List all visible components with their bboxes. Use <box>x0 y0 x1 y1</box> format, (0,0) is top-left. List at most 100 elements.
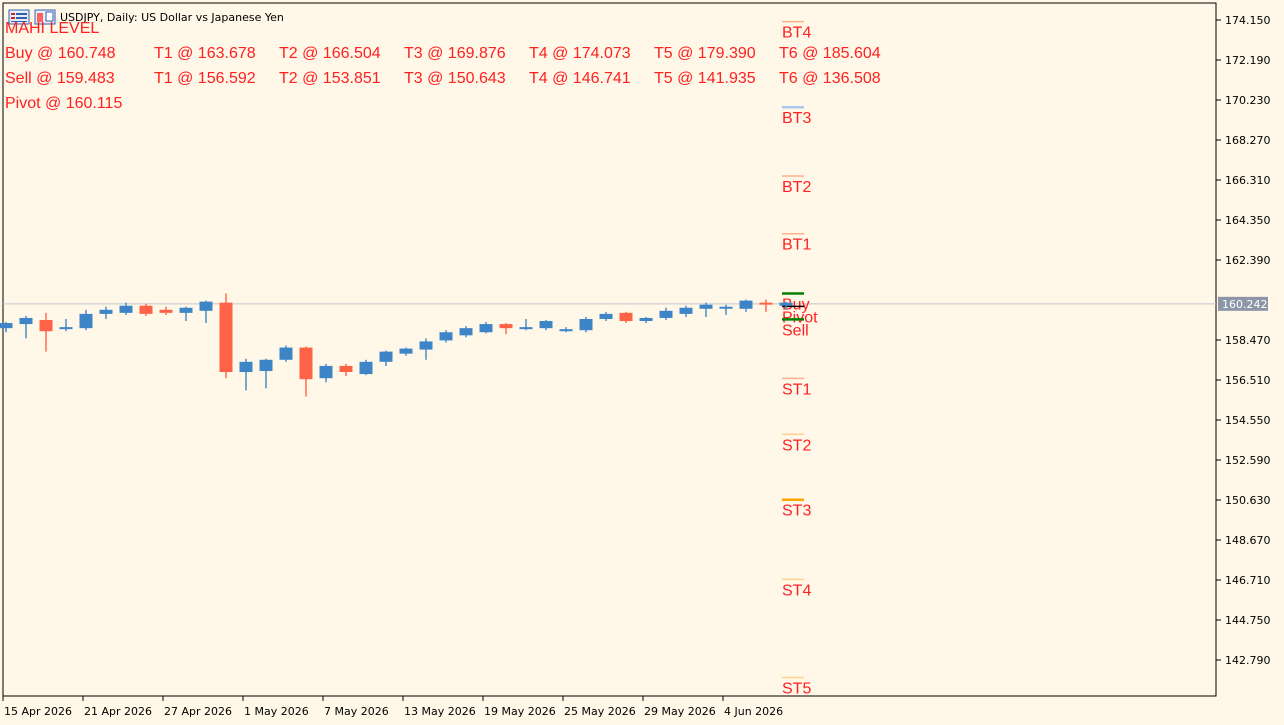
candle-body <box>39 320 53 332</box>
level-value-text: T2 @ 166.504 <box>279 45 381 62</box>
candle-body <box>399 348 413 354</box>
level-value-text: T1 @ 156.592 <box>154 70 256 87</box>
candle-body <box>359 361 373 375</box>
price-tick-label: 154.550 <box>1225 414 1271 427</box>
price-tick-label: 158.470 <box>1225 334 1271 347</box>
candle-body <box>419 341 433 350</box>
candle-body <box>559 329 573 332</box>
time-tick-label: 15 Apr 2026 <box>4 705 72 718</box>
price-tick-label: 174.150 <box>1225 14 1271 27</box>
candle <box>579 316 593 333</box>
candle-body <box>0 323 13 329</box>
price-tick-label: 152.590 <box>1225 454 1271 467</box>
candle-body <box>299 347 313 380</box>
candle-body <box>219 302 233 373</box>
candle-body <box>159 309 173 313</box>
level-label: ST2 <box>782 437 811 454</box>
candle <box>279 345 293 362</box>
time-tick-label: 27 Apr 2026 <box>164 705 232 718</box>
candle-body <box>179 307 193 313</box>
level-value-text: T4 @ 146.741 <box>529 70 631 87</box>
candle-body <box>519 327 533 330</box>
level-label: ST4 <box>782 582 811 599</box>
plot-area[interactable] <box>2 2 1217 697</box>
price-axis[interactable]: 174.150 172.190 170.230 168.270 166.310 164.3… <box>1216 14 1271 667</box>
price-tick-label: 162.390 <box>1225 254 1271 267</box>
current-price-label: 160.242 <box>1222 298 1268 311</box>
level-label: BT1 <box>782 237 811 254</box>
candle-body <box>679 307 693 314</box>
candle <box>359 359 373 376</box>
level-label: BT3 <box>782 110 811 127</box>
candle-body <box>379 351 393 362</box>
candle-body <box>119 305 133 313</box>
time-tick-label: 29 May 2026 <box>644 705 716 718</box>
candle-body <box>99 309 113 314</box>
candle-body <box>619 312 633 322</box>
level-value-text: T1 @ 163.678 <box>154 45 256 62</box>
time-tick-label: 19 May 2026 <box>484 705 556 718</box>
candle-body <box>339 365 353 373</box>
time-tick-label: 7 May 2026 <box>324 705 389 718</box>
level-label: BT2 <box>782 179 811 196</box>
level-value-text: T5 @ 179.390 <box>654 45 756 62</box>
price-tick-label: 168.270 <box>1225 134 1271 147</box>
candle-body <box>59 327 73 330</box>
price-tick-label: 150.630 <box>1225 494 1271 507</box>
indicator-name: MAHI LEVEL <box>5 20 99 37</box>
level-label: ST1 <box>782 381 811 398</box>
level-label: ST5 <box>782 680 811 697</box>
time-tick-label: 21 Apr 2026 <box>84 705 152 718</box>
level-value-text: T5 @ 141.935 <box>654 70 756 87</box>
time-tick-label: 25 May 2026 <box>564 705 636 718</box>
candle-body <box>499 324 513 329</box>
candle-body <box>699 304 713 309</box>
level-label: BT4 <box>782 25 811 42</box>
level-label: ST3 <box>782 503 811 520</box>
candle-body <box>719 306 733 309</box>
candle-body <box>539 321 553 329</box>
candle-body <box>459 328 473 336</box>
candle-body <box>779 302 793 306</box>
candle-body <box>599 313 613 319</box>
price-tick-label: 172.190 <box>1225 54 1271 67</box>
time-tick-label: 13 May 2026 <box>404 705 476 718</box>
level-value-text: T6 @ 185.604 <box>779 45 881 62</box>
price-tick-label: 148.670 <box>1225 534 1271 547</box>
candle-body <box>19 317 33 325</box>
candle-body <box>79 313 93 329</box>
candle-body <box>319 365 333 379</box>
candle-body <box>259 359 273 372</box>
candle-body <box>579 318 593 331</box>
price-tick-label: 156.510 <box>1225 374 1271 387</box>
price-chart[interactable]: 174.150 172.190 170.230 168.270 166.310 164.3… <box>0 0 1284 725</box>
candle-body <box>479 324 493 333</box>
level-value-text: T2 @ 153.851 <box>279 70 381 87</box>
level-value-text: T3 @ 169.876 <box>404 45 506 62</box>
level-value-text: Pivot @ 160.115 <box>5 95 122 112</box>
time-tick-label: 1 May 2026 <box>244 705 309 718</box>
candle-body <box>239 361 253 373</box>
price-tick-label: 144.750 <box>1225 614 1271 627</box>
price-tick-label: 142.790 <box>1225 654 1271 667</box>
candle-body <box>639 317 653 322</box>
price-tick-label: 146.710 <box>1225 574 1271 587</box>
level-label: Sell <box>782 322 809 339</box>
candle-body <box>439 332 453 341</box>
candle-body <box>199 301 213 311</box>
candle-body <box>759 302 773 305</box>
price-tick-label: 170.230 <box>1225 94 1271 107</box>
price-tick-label: 164.350 <box>1225 214 1271 227</box>
level-value-text: T3 @ 150.643 <box>404 70 506 87</box>
candle-body <box>139 305 153 314</box>
level-value-text: Buy @ 160.748 <box>5 45 116 62</box>
candle <box>219 293 233 379</box>
price-tick-label: 166.310 <box>1225 174 1271 187</box>
level-value-text: T6 @ 136.508 <box>779 70 881 87</box>
level-value-text: Sell @ 159.483 <box>5 70 115 87</box>
candle-body <box>659 310 673 318</box>
candle-body <box>739 300 753 309</box>
time-tick-label: 4 Jun 2026 <box>724 705 783 718</box>
level-value-text: T4 @ 174.073 <box>529 45 631 62</box>
time-axis[interactable]: 15 Apr 2026 21 Apr 2026 27 Apr 2026 1 May 2… <box>2 696 783 718</box>
